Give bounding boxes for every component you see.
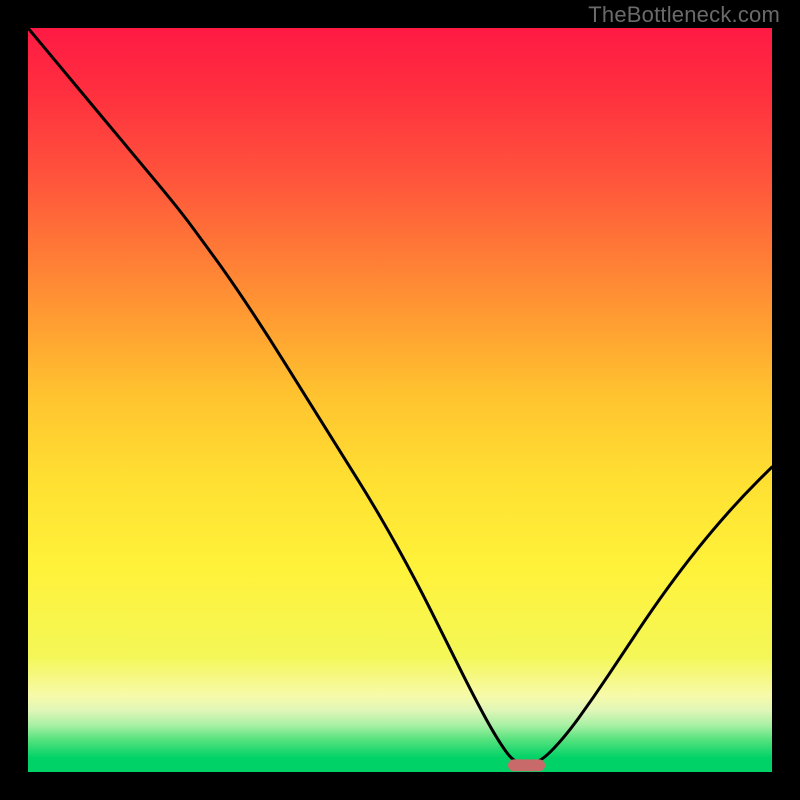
chart-gradient-background [28,28,772,758]
watermark-text: TheBottleneck.com [588,2,780,28]
chart-floor-strip [28,758,772,772]
bottleneck-chart [28,28,772,772]
app-frame: TheBottleneck.com [0,0,800,800]
optimum-marker [508,759,545,771]
chart-svg [28,28,772,772]
